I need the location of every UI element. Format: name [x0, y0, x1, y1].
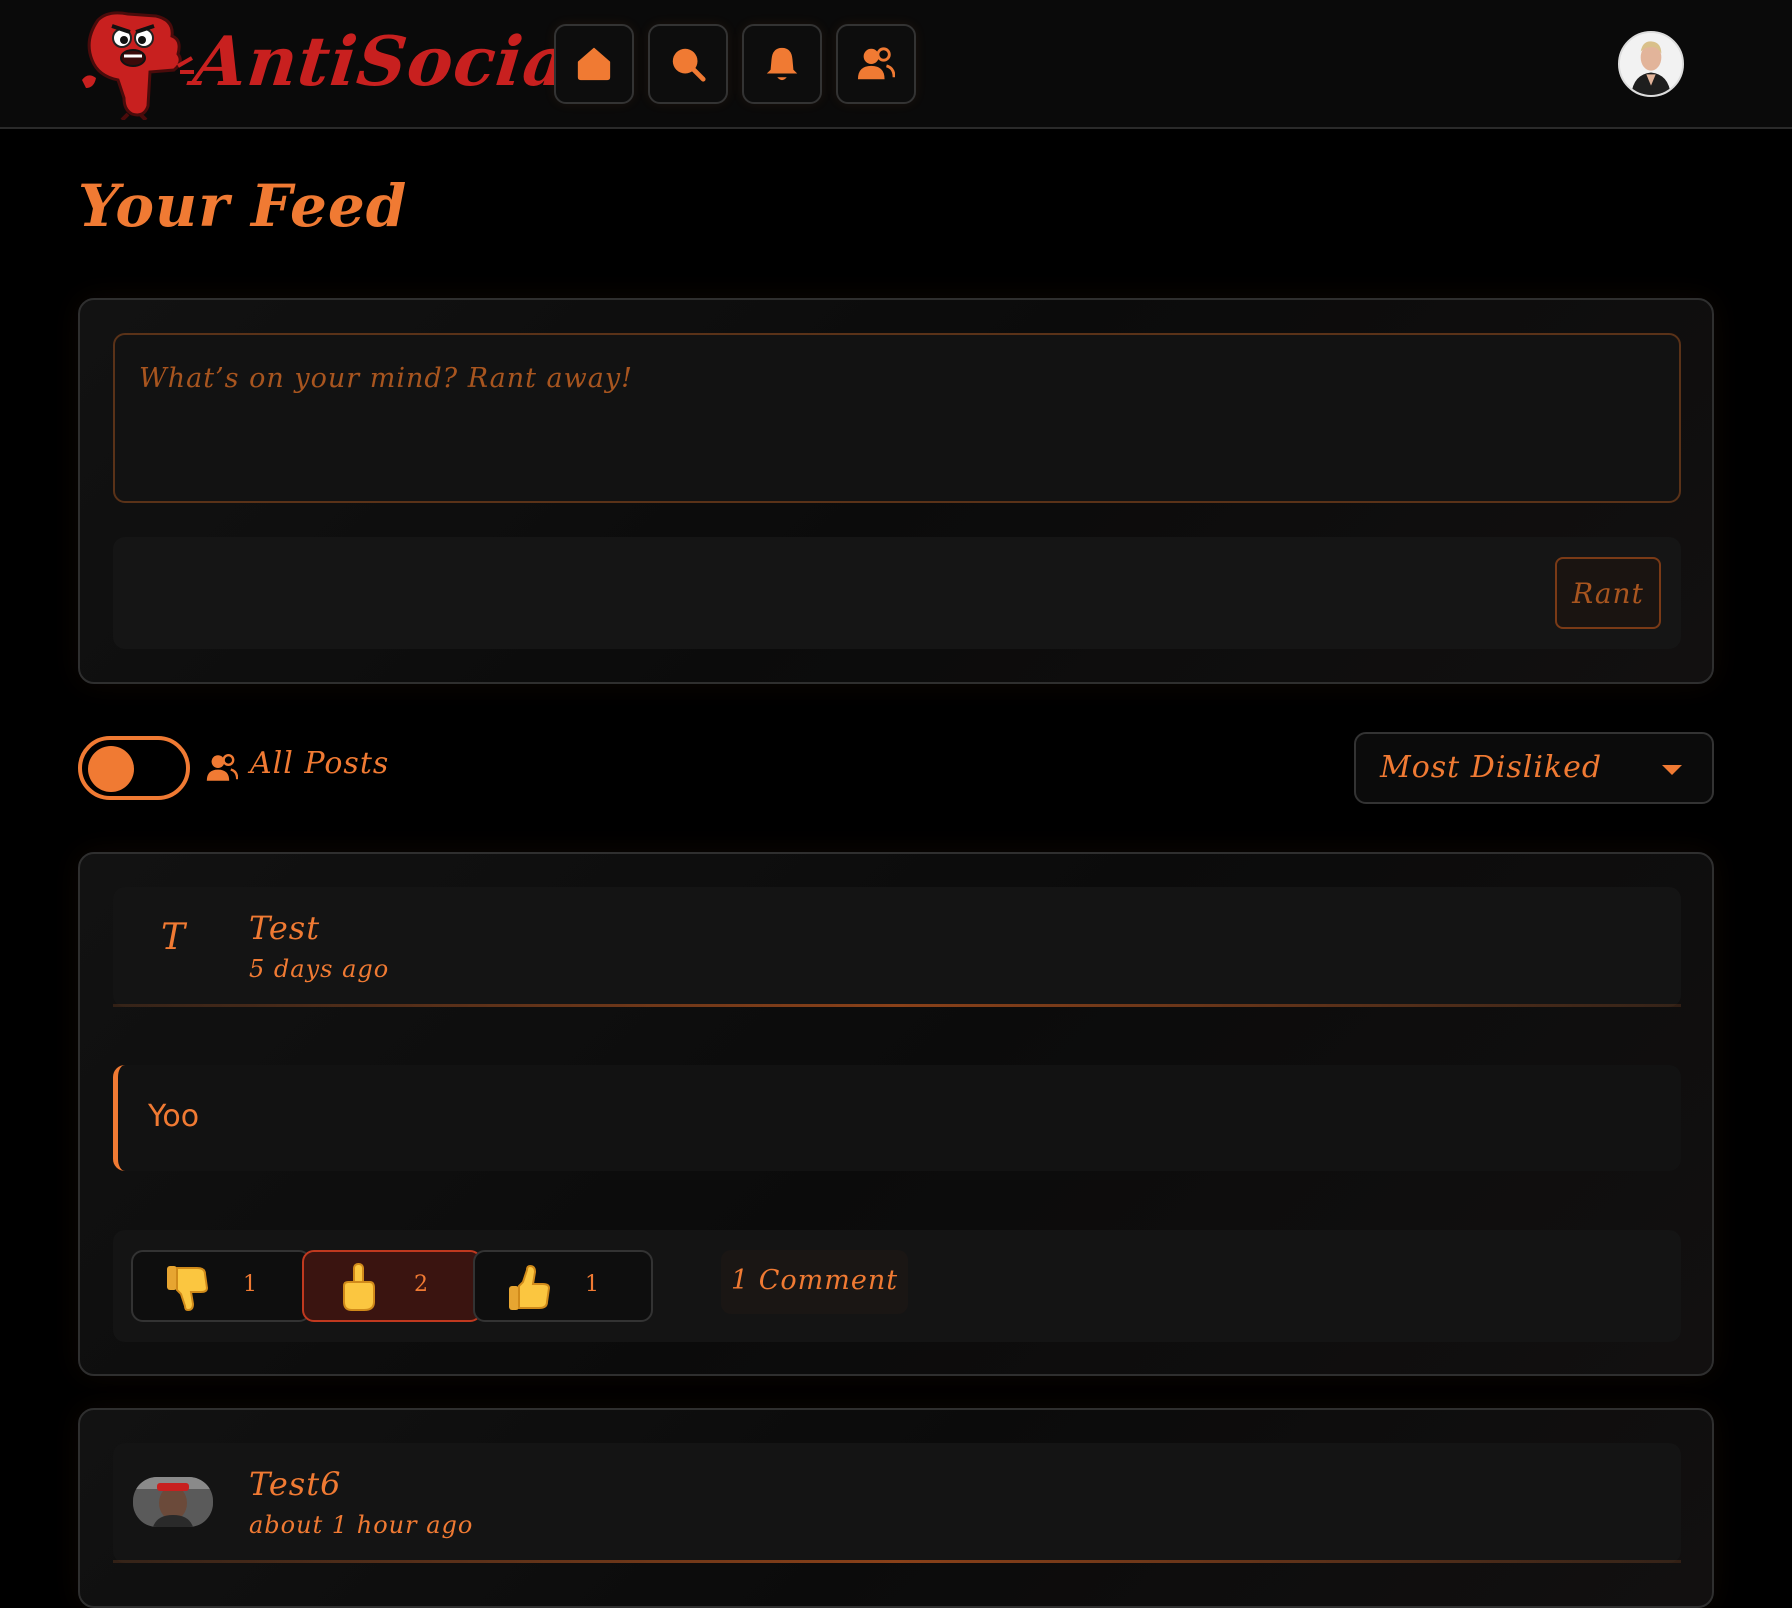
nav-notifications-button[interactable]: [742, 24, 822, 104]
sort-dropdown[interactable]: Most Disliked: [1354, 732, 1714, 804]
sort-selected-value: Most Disliked: [1380, 750, 1603, 785]
bell-icon: [766, 47, 798, 81]
reaction-count: 1: [243, 1272, 257, 1297]
post-author[interactable]: Test6: [249, 1465, 341, 1503]
app-logo[interactable]: AntiSocial: [78, 6, 599, 122]
nav-home-button[interactable]: [554, 24, 634, 104]
post-text: Yoo: [148, 1099, 200, 1134]
chevron-down-icon: [1662, 765, 1682, 775]
angry-thumbs-down-mascot-icon: [82, 11, 194, 120]
rant-submit-button[interactable]: Rant: [1555, 557, 1661, 629]
post-author[interactable]: Test: [249, 909, 320, 947]
rant-input[interactable]: [113, 333, 1681, 503]
middle-finger-icon: [343, 1263, 375, 1311]
author-photo: [133, 1477, 213, 1527]
user-avatar[interactable]: [1618, 31, 1684, 97]
top-navbar: AntiSocial: [0, 0, 1792, 129]
composer-toolbar: Rant: [113, 537, 1681, 649]
comments-button[interactable]: 1 Comment: [721, 1250, 909, 1314]
thumbs-up-icon: [509, 1264, 551, 1310]
home-icon: [577, 47, 611, 81]
nav-search-button[interactable]: [648, 24, 728, 104]
author-avatar[interactable]: [133, 1477, 213, 1527]
reaction-bar: 1 2 1 1 Comment: [113, 1230, 1681, 1342]
app-name: AntiSocial: [189, 22, 600, 102]
users-icon: [206, 754, 238, 781]
thumbs-down-reaction-button[interactable]: 1: [131, 1250, 311, 1322]
reaction-count: 2: [414, 1272, 428, 1297]
post-timestamp: 5 days ago: [249, 955, 390, 983]
users-icon: [857, 47, 895, 80]
post-header: Test6 about 1 hour ago: [113, 1443, 1681, 1563]
toggle-knob: [88, 746, 134, 792]
feed-scope-toggle[interactable]: [78, 736, 190, 800]
post-content: Yoo: [113, 1065, 1681, 1171]
post-card: T Test 5 days ago Yoo 1 2 1 1 Comment: [78, 852, 1714, 1376]
middle-finger-reaction-button[interactable]: 2: [302, 1250, 482, 1322]
search-icon: [672, 48, 706, 82]
post-timestamp: about 1 hour ago: [249, 1511, 474, 1539]
thumbs-up-reaction-button[interactable]: 1: [473, 1250, 653, 1322]
post-header: T Test 5 days ago: [113, 887, 1681, 1007]
feed-scope-label: All Posts: [250, 746, 390, 781]
reaction-count: 1: [585, 1272, 599, 1297]
user-photo: [1620, 33, 1682, 95]
thumbs-down-icon: [167, 1266, 209, 1312]
page-title: Your Feed: [78, 172, 408, 240]
author-initial-avatar[interactable]: T: [161, 917, 185, 958]
post-card: Test6 about 1 hour ago: [78, 1408, 1714, 1608]
post-composer: Rant: [78, 298, 1714, 684]
nav-friends-button[interactable]: [836, 24, 916, 104]
